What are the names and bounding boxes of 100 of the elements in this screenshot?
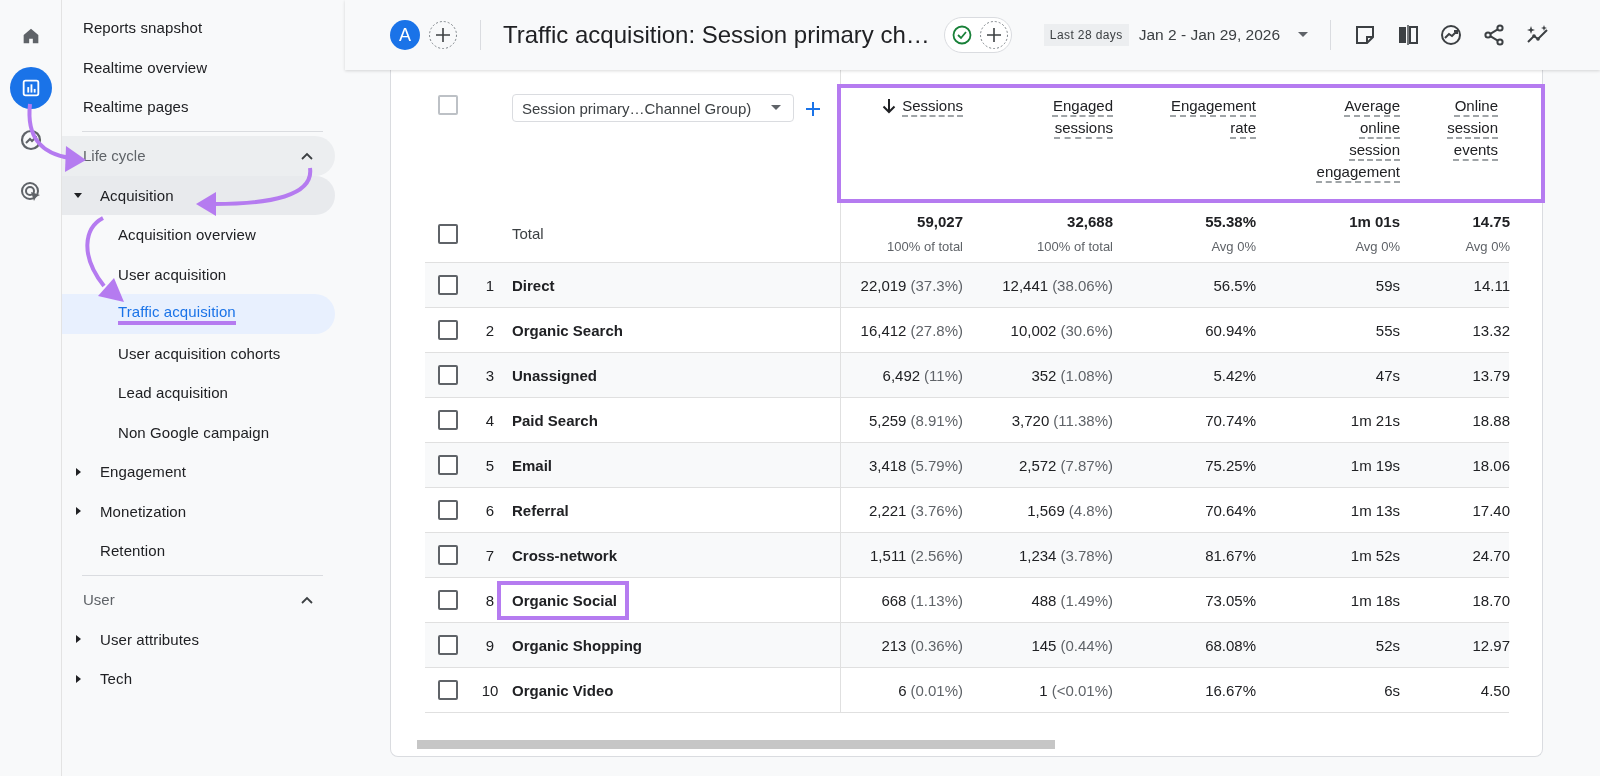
annotation-arrow xyxy=(27,103,86,172)
column-header[interactable]: Engagement rate xyxy=(1161,95,1256,139)
row-checkbox[interactable] xyxy=(437,635,458,655)
table-cell-text: 68.08% xyxy=(1204,636,1257,654)
sidebar-item[interactable]: Acquisition overview xyxy=(62,215,335,255)
table-cell-text: 1,234 (3.78%) xyxy=(1017,546,1114,564)
caret-icon xyxy=(771,105,782,111)
row-checkbox[interactable] xyxy=(437,275,458,295)
table-cell-text: 12.97 xyxy=(1471,636,1510,654)
date-preset: Last 28 days xyxy=(1043,24,1129,46)
table-cell: 5,259 (8.91%) xyxy=(840,398,975,442)
total-subtext: 100% of total xyxy=(1037,239,1113,254)
total-value: 32,688 xyxy=(1067,213,1113,230)
caret-icon xyxy=(74,507,82,516)
total-value: 14.75 xyxy=(1472,213,1510,230)
table-cell-text: 14.11 xyxy=(1472,276,1510,294)
share-icon[interactable] xyxy=(1482,23,1506,47)
table-cell-text: 47s xyxy=(1374,366,1401,384)
table-cell-text: 6s xyxy=(1383,681,1401,699)
table-cell-text: 56.5% xyxy=(1212,276,1257,294)
row-number: 1 xyxy=(484,276,496,294)
section-header[interactable]: Life cycle xyxy=(62,135,335,176)
sidebar-item[interactable]: Engagement xyxy=(62,452,335,492)
row-number: 8 xyxy=(484,591,496,609)
row-number: 3 xyxy=(484,366,496,384)
sidebar-item[interactable]: User acquisition xyxy=(62,254,335,294)
row-checkbox[interactable] xyxy=(437,500,458,520)
sidebar-item[interactable]: Reports snapshot xyxy=(62,8,335,48)
column-header[interactable]: Engaged sessions xyxy=(1043,95,1113,139)
sidebar-item[interactable]: Monetization xyxy=(62,491,335,531)
table-cell-text: 18.70 xyxy=(1471,591,1510,609)
add-comparison-icon[interactable] xyxy=(428,20,458,50)
channel-name: Unassigned xyxy=(511,365,599,386)
scrollbar-thumb[interactable] xyxy=(417,740,1055,749)
sidebar-item[interactable]: User acquisition cohorts xyxy=(62,333,335,373)
row-checkbox[interactable] xyxy=(437,320,458,340)
row-number: 7 xyxy=(484,546,496,564)
row-number: 10 xyxy=(480,681,500,699)
row-number: 4 xyxy=(484,411,496,429)
row-checkbox[interactable] xyxy=(437,545,458,565)
channel-name: Email xyxy=(511,455,554,476)
table-cell-text: 60.94% xyxy=(1204,321,1257,339)
table-cell-text: 16.67% xyxy=(1204,681,1257,699)
sidebar-item[interactable]: Traffic acquisition xyxy=(62,294,335,334)
reports-icon[interactable] xyxy=(9,67,52,109)
table-cell-text: 13.32 xyxy=(1471,321,1510,339)
row-number: 5 xyxy=(484,456,496,474)
table-cell: 1,511 (2.56%) xyxy=(840,533,975,577)
table-cell-text: 75.25% xyxy=(1204,456,1257,474)
check-circle-icon[interactable] xyxy=(950,24,973,46)
sidebar-item[interactable]: Realtime pages xyxy=(62,87,335,127)
insights-icon[interactable] xyxy=(1439,23,1463,47)
table-cell-text: 52s xyxy=(1374,636,1401,654)
channel-name: Organic Shopping xyxy=(511,635,643,656)
row-checkbox[interactable] xyxy=(437,410,458,430)
sidebar-item[interactable]: Retention xyxy=(62,531,335,571)
add-icon[interactable] xyxy=(806,102,821,116)
note-icon[interactable] xyxy=(1353,23,1377,47)
date-range-picker[interactable]: Jan 2 - Jan 29, 2026 xyxy=(1138,26,1308,44)
table-cell-text: 1m 18s xyxy=(1349,591,1401,609)
row-checkbox[interactable] xyxy=(437,365,458,385)
add-icon[interactable] xyxy=(978,20,1009,50)
table-cell-text: 81.67% xyxy=(1204,546,1257,564)
row-number: 9 xyxy=(484,636,496,654)
channel-name: Organic Social xyxy=(499,582,628,618)
total-subtext: 100% of total xyxy=(887,239,963,254)
account-avatar[interactable]: A xyxy=(390,20,420,50)
column-header[interactable]: Online session events xyxy=(1436,95,1498,161)
table-cell-text: 4.50 xyxy=(1479,681,1510,699)
dimension-dropdown[interactable]: Session primary…Channel Group) xyxy=(512,94,795,122)
total-label: Total xyxy=(512,225,544,242)
sidebar-item[interactable]: Lead acquisition xyxy=(62,373,335,413)
table-cell-text: 12,441 (38.06%) xyxy=(1001,276,1114,294)
table-cell: 6,492 (11%) xyxy=(840,353,975,397)
total-value: 59,027 xyxy=(917,213,963,230)
table-cell-text: 18.88 xyxy=(1471,411,1510,429)
compare-columns-icon[interactable] xyxy=(1396,23,1420,47)
row-checkbox[interactable] xyxy=(437,455,458,475)
sort-arrow-icon[interactable] xyxy=(882,98,897,114)
row-checkbox[interactable] xyxy=(437,590,458,610)
table-cell-text: 10,002 (30.6%) xyxy=(1009,321,1114,339)
sidebar-item[interactable]: Tech xyxy=(62,659,335,699)
sidebar-item[interactable]: Realtime overview xyxy=(62,47,335,87)
section-header[interactable]: User xyxy=(62,579,335,620)
sidebar-item[interactable]: User attributes xyxy=(62,619,335,659)
table-cell: 668 (1.13%) xyxy=(840,578,975,622)
table-cell-text: 70.74% xyxy=(1204,411,1257,429)
column-header[interactable]: Average online session engagement xyxy=(1308,95,1400,183)
sidebar-item[interactable]: Non Google campaign xyxy=(62,412,335,452)
table-cell-text: 352 (1.08%) xyxy=(1030,366,1114,384)
channel-name: Paid Search xyxy=(511,410,599,431)
status-pill[interactable] xyxy=(943,17,1012,53)
column-header[interactable]: Sessions xyxy=(902,95,963,117)
total-subtext: Avg 0% xyxy=(1211,239,1256,254)
row-number: 2 xyxy=(484,321,496,339)
row-checkbox[interactable] xyxy=(437,680,458,700)
row-checkbox[interactable] xyxy=(437,223,458,244)
caret-icon xyxy=(74,467,82,476)
total-value: 1m 01s xyxy=(1349,213,1400,230)
channel-name: Direct xyxy=(511,275,556,296)
